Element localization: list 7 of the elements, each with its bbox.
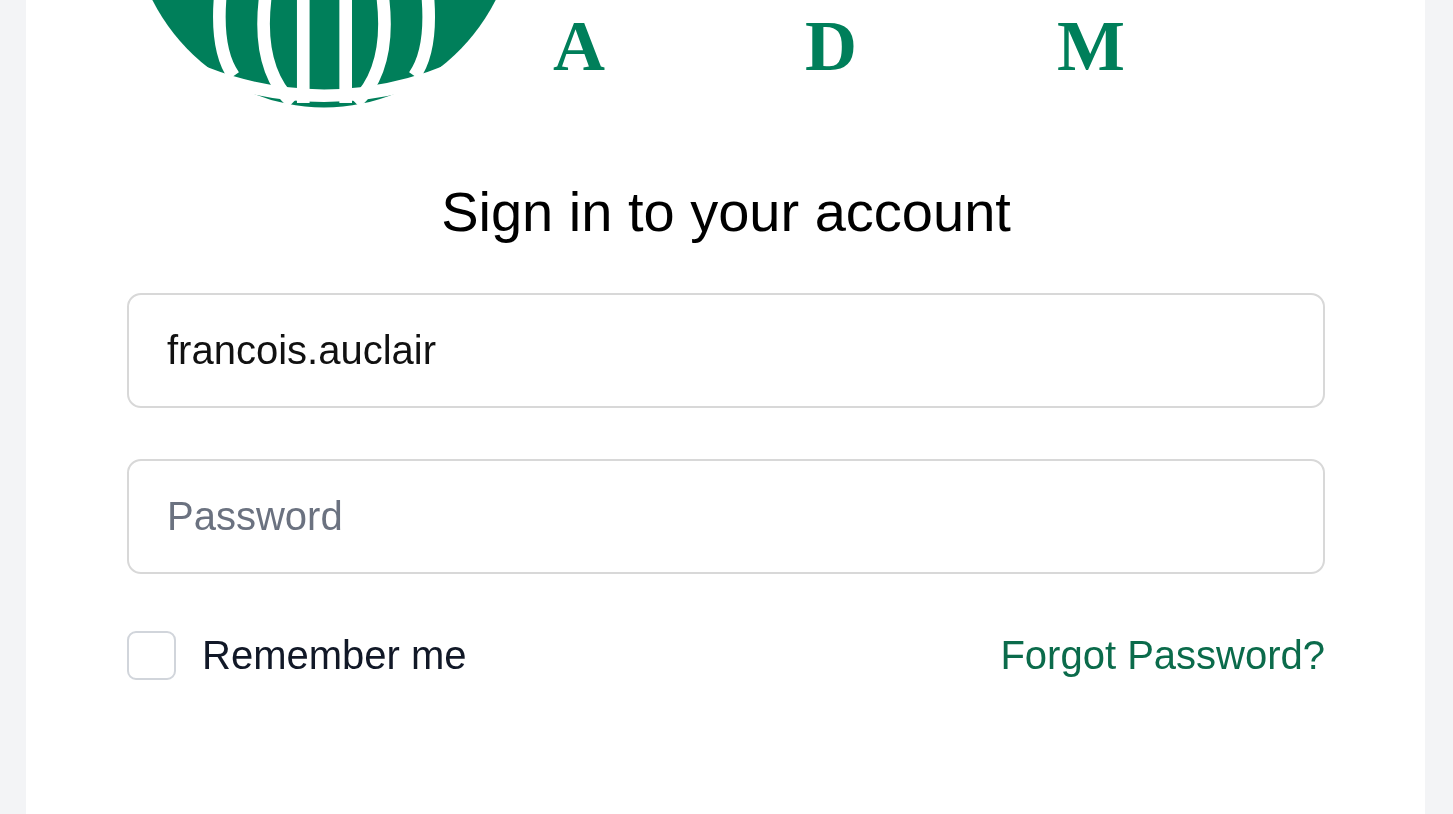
- username-field[interactable]: francois.auclair: [127, 293, 1325, 408]
- page-title: Sign in to your account: [441, 180, 1011, 243]
- remember-label: Remember me: [202, 633, 467, 678]
- remember-checkbox[interactable]: [127, 631, 176, 680]
- forgot-password-link[interactable]: Forgot Password?: [1000, 633, 1325, 678]
- logo-wordmark: ADM: [553, 10, 1325, 82]
- password-field[interactable]: Password: [127, 459, 1325, 574]
